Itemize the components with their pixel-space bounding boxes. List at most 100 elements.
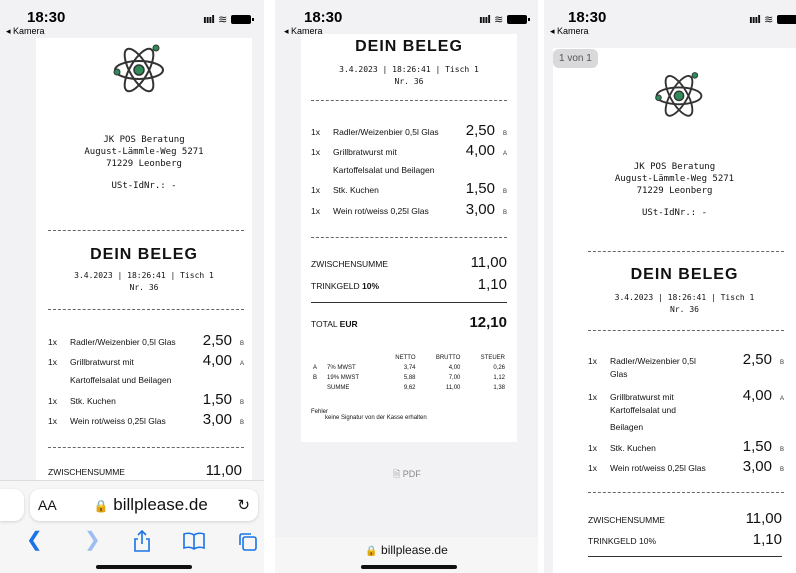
receipt-datetime: 3.4.2023 | 18:26:41 | Tisch 1 bbox=[339, 65, 479, 74]
item-desc: Stk. Kuchen bbox=[333, 185, 379, 195]
divider bbox=[588, 556, 782, 557]
line-item: 1x Wein rot/weiss 0,25l Glas 3,00 B bbox=[311, 201, 507, 218]
tax-row: A 7% MWST 3,74 4,00 0,26 bbox=[311, 364, 507, 372]
home-indicator[interactable] bbox=[361, 565, 457, 569]
clock: 18:30 bbox=[304, 9, 343, 26]
shop-name: JK POS Beratung bbox=[103, 135, 185, 145]
tax-steuer: 0,26 bbox=[493, 365, 505, 371]
item-desc: Radler/Weizenbier 0,5l Glas bbox=[333, 127, 439, 137]
item-tax-code: B bbox=[779, 360, 784, 366]
tax-brutto: 4,00 bbox=[448, 365, 461, 371]
divider bbox=[48, 309, 244, 310]
screenshot-1: 18:30 ◂ Kamera ıııl ≋ JK POS Beratung Au… bbox=[0, 0, 264, 573]
receipt-title: DEIN BELEG bbox=[90, 246, 198, 263]
chevron-left-icon[interactable]: ❮ bbox=[26, 529, 43, 551]
tip-label-text: TRINKGELD bbox=[311, 281, 360, 291]
lock-icon: 🔒 bbox=[365, 546, 378, 557]
page-indicator: 1 von 1 bbox=[553, 49, 598, 68]
receipt-number: Nr. 36 bbox=[129, 283, 159, 292]
line-item: 1x Stk. Kuchen 1,50 B bbox=[588, 438, 784, 455]
signal-icon: ıııl bbox=[479, 13, 491, 26]
receipt-title: DEIN BELEG bbox=[355, 38, 463, 55]
tip-row: TRINKGELD 10% 1,10 bbox=[588, 531, 782, 548]
book-icon[interactable] bbox=[183, 532, 205, 550]
wifi-icon: ≋ bbox=[218, 13, 228, 26]
item-qty: 1x bbox=[311, 147, 320, 157]
previous-tab-card[interactable] bbox=[0, 489, 24, 521]
tip-percent: 10% bbox=[362, 281, 380, 291]
divider bbox=[48, 447, 244, 448]
tax-table-header: NETTO BRUTTO STEUER bbox=[311, 354, 507, 362]
receipt-meta: 3.4.2023 | 18:26:41 | Tisch 1 Nr. 36 bbox=[301, 64, 517, 88]
total-label-text: TOTAL bbox=[311, 319, 338, 329]
tip-value: 1,10 bbox=[752, 531, 782, 548]
tax-label: SUMME bbox=[327, 385, 350, 391]
receipt-meta: 3.4.2023 | 18:26:41 | Tisch 1 Nr. 36 bbox=[553, 292, 796, 316]
item-desc-continued: Beilagen bbox=[610, 422, 644, 432]
receipt-datetime: 3.4.2023 | 18:26:41 | Tisch 1 bbox=[614, 293, 755, 302]
receipt-datetime: 3.4.2023 | 18:26:41 | Tisch 1 bbox=[74, 271, 214, 280]
shop-address: JK POS Beratung August-Lämmle-Weg 5271 7… bbox=[36, 134, 252, 192]
home-indicator[interactable] bbox=[96, 565, 192, 569]
subtotal-label: ZWISCHENSUMME bbox=[311, 259, 388, 269]
tip-label: TRINKGELD 10% bbox=[588, 536, 657, 546]
item-tax-code: B bbox=[502, 131, 507, 137]
tax-row: B 19% MWST 5,88 7,00 1,12 bbox=[311, 374, 507, 382]
line-item: 1x Grillbratwurst mit 4,00 A bbox=[311, 142, 507, 159]
item-desc: Grillbratwurst mit bbox=[333, 147, 397, 157]
item-price: 2,50 bbox=[202, 332, 232, 349]
screenshot-2: 18:30 ◂ Kamera ıııl ≋ DEIN BELEG 3.4.202… bbox=[275, 0, 538, 573]
shop-address: JK POS Beratung August-Lämmle-Weg 5271 7… bbox=[553, 161, 796, 219]
item-desc: Radler/Weizenbier 0,5l bbox=[610, 356, 696, 366]
shop-city: 71229 Leonberg bbox=[636, 186, 713, 196]
shop-city: 71229 Leonberg bbox=[106, 159, 182, 169]
reader-settings-button[interactable]: AA bbox=[38, 497, 64, 513]
item-tax-code: B bbox=[779, 467, 784, 473]
receipt-meta: 3.4.2023 | 18:26:41 | Tisch 1 Nr. 36 bbox=[36, 270, 252, 294]
tax-brutto: 11,00 bbox=[445, 385, 461, 391]
divider bbox=[311, 100, 507, 101]
reload-icon[interactable]: ↻ bbox=[237, 496, 250, 514]
tabs-icon[interactable] bbox=[238, 532, 258, 552]
tax-row: SUMME 9,62 11,00 1,38 bbox=[311, 384, 507, 392]
item-qty: 1x bbox=[311, 127, 320, 137]
tip-value: 1,10 bbox=[477, 276, 507, 293]
status-icons: ıııl ≋ bbox=[203, 13, 255, 26]
back-to-camera[interactable]: ◂ Kamera bbox=[550, 26, 589, 37]
item-qty: 1x bbox=[48, 357, 57, 367]
tax-header-netto: NETTO bbox=[395, 355, 416, 361]
chevron-right-icon[interactable]: ❯ bbox=[84, 529, 101, 551]
url-host: 🔒 billplease.de bbox=[64, 495, 237, 515]
item-price: 3,00 bbox=[742, 458, 772, 475]
shop-street: August-Lämmle-Weg 5271 bbox=[614, 174, 735, 184]
compact-url[interactable]: 🔒 billplease.de bbox=[275, 543, 538, 557]
share-icon[interactable] bbox=[133, 530, 151, 552]
pdf-button[interactable]: 🗎 PDF bbox=[393, 467, 421, 483]
error-text: keine Signatur von der Kasse erhalten bbox=[325, 415, 427, 421]
tip-label: TRINKGELD 10% bbox=[311, 281, 379, 291]
item-qty: 1x bbox=[48, 396, 57, 406]
divider bbox=[588, 251, 784, 252]
tax-code: B bbox=[313, 375, 318, 381]
subtotal-row: ZWISCHENSUMME 11,00 bbox=[588, 510, 782, 527]
item-desc: Grillbratwurst mit bbox=[610, 392, 674, 402]
item-tax-code: B bbox=[239, 400, 244, 406]
item-desc: Stk. Kuchen bbox=[610, 443, 656, 453]
line-item: 1x Grillbratwurst mit 4,00 A bbox=[48, 352, 244, 369]
item-desc-continued: Kartoffelsalat und Beilagen bbox=[333, 165, 435, 175]
shop-vat: USt-IdNr.: - bbox=[641, 208, 708, 218]
address-bar[interactable]: AA 🔒 billplease.de ↻ bbox=[30, 489, 258, 521]
safari-compact-bar: 🔒 billplease.de bbox=[275, 537, 538, 573]
tax-table: NETTO BRUTTO STEUER A 7% MWST 3,74 4,00 … bbox=[309, 352, 509, 394]
item-price: 3,00 bbox=[202, 411, 232, 428]
item-qty: 1x bbox=[588, 392, 597, 402]
status-bar: 18:30 ◂ Kamera ıııl ≋ bbox=[0, 0, 264, 40]
divider bbox=[311, 302, 507, 303]
line-item: 1x Stk. Kuchen 1,50 B bbox=[48, 391, 244, 408]
wifi-icon: ≋ bbox=[764, 13, 774, 26]
screenshot-3: 18:30 ◂ Kamera ıııl ≋ JK POS Beratung Au… bbox=[544, 0, 796, 573]
back-to-camera[interactable]: ◂ Kamera bbox=[6, 26, 45, 37]
clock: 18:30 bbox=[568, 9, 607, 26]
tax-steuer: 1,38 bbox=[493, 385, 505, 391]
item-price: 3,00 bbox=[465, 201, 495, 218]
